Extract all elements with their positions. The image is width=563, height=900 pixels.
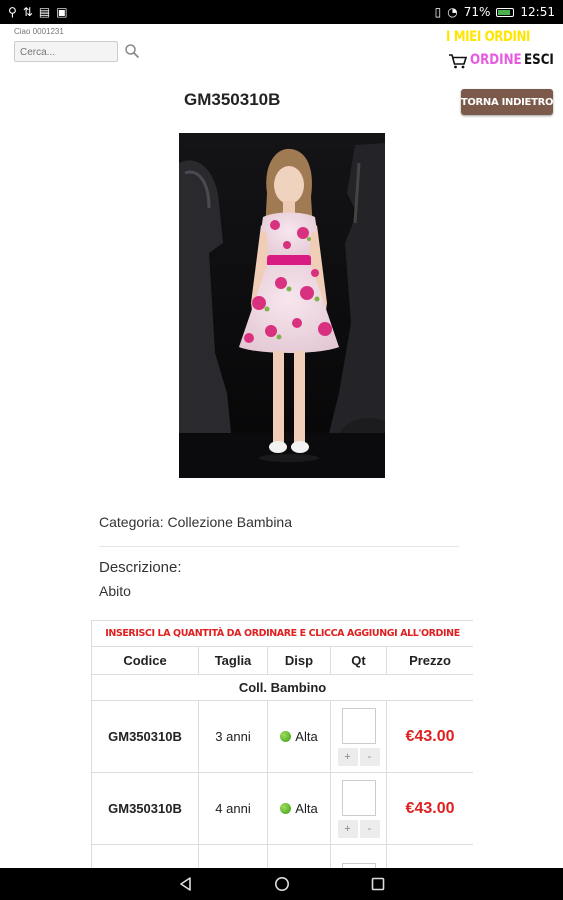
signal-icon: ⇅ bbox=[22, 5, 33, 19]
back-nav-icon[interactable] bbox=[178, 876, 194, 892]
usb-icon: ⚲ bbox=[8, 5, 17, 19]
battery-icon bbox=[496, 7, 515, 17]
my-orders-link[interactable]: I MIEI ORDINI bbox=[446, 29, 530, 45]
category-value: Collezione Bambina bbox=[167, 514, 293, 530]
navigation-bar bbox=[0, 868, 563, 900]
message-icon: ▤ bbox=[38, 5, 51, 19]
gallery-icon: ▣ bbox=[56, 5, 68, 19]
table-header-row: Codice Taglia Disp Qt Prezzo bbox=[91, 646, 473, 675]
row-availability: Alta bbox=[267, 700, 331, 773]
product-image bbox=[179, 133, 385, 478]
column-header-qty: Qt bbox=[330, 646, 387, 675]
column-header-code: Codice bbox=[91, 646, 199, 675]
quantity-stepper: + - bbox=[331, 819, 386, 838]
order-instruction: INSERISCI LA QUANTITÀ DA ORDINARE E CLIC… bbox=[91, 620, 473, 647]
decrement-button[interactable]: - bbox=[359, 819, 380, 838]
recents-icon[interactable] bbox=[370, 876, 386, 892]
availability-dot-icon bbox=[280, 802, 292, 814]
category-label: Categoria: bbox=[99, 514, 164, 530]
product-code-title: GM350310B bbox=[184, 90, 281, 109]
decrement-button[interactable]: - bbox=[359, 747, 380, 766]
availability-text: Alta bbox=[295, 800, 318, 816]
row-size bbox=[198, 844, 268, 868]
order-table: INSERISCI LA QUANTITÀ DA ORDINARE E CLIC… bbox=[91, 620, 473, 868]
row-price bbox=[385, 844, 473, 868]
quantity-input[interactable] bbox=[341, 707, 376, 744]
increment-button[interactable]: + bbox=[337, 747, 358, 766]
row-qty: + - bbox=[330, 700, 387, 773]
back-button[interactable]: TORNA INDIETRO bbox=[461, 89, 554, 115]
wifi-icon: ◔ bbox=[447, 5, 458, 19]
table-instruction-row: INSERISCI LA QUANTITÀ DA ORDINARE E CLIC… bbox=[91, 620, 473, 647]
collection-name: Coll. Bambino bbox=[91, 674, 473, 701]
search-input[interactable] bbox=[15, 43, 117, 62]
availability-text: Alta bbox=[295, 728, 318, 744]
table-row bbox=[91, 844, 473, 868]
search-icon[interactable] bbox=[124, 43, 140, 59]
user-greeting: Ciao 0001231 bbox=[14, 27, 64, 36]
row-size: 3 anni bbox=[198, 700, 268, 773]
collection-row: Coll. Bambino bbox=[91, 674, 473, 701]
availability-dot-icon bbox=[280, 730, 292, 742]
logout-link[interactable]: ESCI bbox=[524, 52, 554, 68]
increment-button[interactable]: + bbox=[337, 819, 358, 838]
search-field[interactable] bbox=[14, 41, 118, 62]
column-header-price: Prezzo bbox=[385, 646, 473, 675]
row-availability bbox=[267, 844, 331, 868]
row-size: 4 anni bbox=[198, 772, 268, 845]
table-row: GM350310B 4 anni Alta + - €43.00 bbox=[91, 772, 473, 845]
row-availability: Alta bbox=[267, 772, 331, 845]
column-header-size: Taglia bbox=[198, 646, 268, 675]
row-code bbox=[91, 844, 199, 868]
row-code: GM350310B bbox=[91, 772, 199, 845]
description-label: Descrizione: bbox=[99, 559, 182, 576]
home-icon[interactable] bbox=[274, 876, 290, 892]
row-code: GM350310B bbox=[91, 700, 199, 773]
table-row: GM350310B 3 anni Alta + - €43.00 bbox=[91, 700, 473, 773]
row-price: €43.00 bbox=[385, 700, 473, 773]
status-bar: ⚲ ⇅ ▤ ▣ ▯ ◔ 71% 12:51 bbox=[0, 0, 563, 24]
quantity-stepper: + - bbox=[331, 747, 386, 766]
app-header: Ciao 0001231 I MIEI ORDINI ORDINE ESCI bbox=[0, 24, 563, 78]
column-header-availability: Disp bbox=[267, 646, 331, 675]
row-price: €43.00 bbox=[385, 772, 473, 845]
divider bbox=[99, 546, 459, 547]
vibrate-icon: ▯ bbox=[434, 5, 442, 19]
row-qty bbox=[330, 844, 387, 868]
clock: 12:51 bbox=[520, 5, 555, 19]
row-qty: + - bbox=[330, 772, 387, 845]
description-value: Abito bbox=[99, 583, 131, 599]
order-link[interactable]: ORDINE bbox=[470, 52, 522, 68]
quantity-input[interactable] bbox=[341, 779, 376, 816]
cart-icon[interactable] bbox=[448, 53, 468, 69]
product-category: Categoria: Collezione Bambina bbox=[99, 514, 459, 530]
battery-percent: 71% bbox=[463, 5, 491, 19]
